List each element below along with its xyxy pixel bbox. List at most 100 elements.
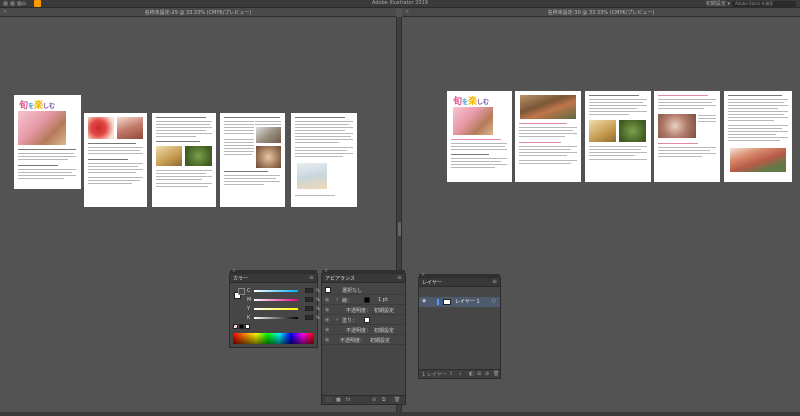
artboard-5[interactable] (291, 113, 357, 207)
appearance-fill-row[interactable]: ◉ › 塗り： (322, 316, 405, 325)
panel-menu-icon[interactable]: ≡ (397, 274, 402, 281)
panel-menu-icon[interactable]: ≡ (309, 274, 314, 281)
channel-m-slider[interactable] (254, 299, 298, 301)
text-line (728, 102, 784, 103)
white-swatch[interactable] (245, 324, 250, 329)
strawberry-photo (88, 117, 114, 139)
text-line (295, 133, 353, 134)
opacity-value[interactable]: 初期設定 (374, 327, 394, 334)
text-line (698, 115, 716, 116)
status-bar (0, 412, 800, 416)
text-line (728, 128, 782, 129)
appearance-selection-row: 選択なし (322, 286, 405, 295)
panel-header: アピアランス ≡ (322, 274, 405, 283)
trash-icon[interactable]: 🗑 (493, 371, 499, 377)
trash-icon[interactable]: 🗑 (394, 397, 400, 403)
appearance-opacity-row[interactable]: ◉ 不透明度： 初期設定 (322, 336, 405, 345)
channel-c-slider[interactable] (254, 290, 298, 292)
artboard-5[interactable] (724, 91, 792, 182)
artboard-3[interactable] (152, 113, 216, 207)
artboard-2[interactable] (84, 113, 147, 207)
eye-icon[interactable]: ◉ (325, 337, 329, 343)
add-effect-icon[interactable]: fx (346, 397, 351, 403)
divider-grip-icon[interactable] (398, 222, 401, 236)
text-line (728, 140, 780, 141)
target-circle-icon[interactable]: ○ (492, 298, 496, 304)
workspace-switcher[interactable]: 初期設定 ▾ (706, 0, 730, 7)
artboard-3[interactable] (585, 91, 651, 182)
stroke-swatch[interactable] (238, 288, 245, 295)
appearance-stroke-row[interactable]: ◉ › 線： 1 pt (322, 296, 405, 305)
text-line (519, 133, 577, 134)
new-sublayer-icon[interactable]: ⊞ (477, 371, 481, 377)
black-swatch[interactable] (239, 324, 244, 329)
text-line (658, 102, 712, 103)
text-line (519, 127, 577, 128)
text-line (451, 158, 507, 159)
cover-photo (453, 107, 493, 135)
layer-row[interactable]: ◉ レイヤー 1 ○ (419, 297, 500, 307)
channel-k-slider[interactable] (254, 317, 298, 319)
add-stroke-icon[interactable]: ▢ (326, 397, 331, 403)
appearance-opacity-row[interactable]: ◉ 不透明度： 初期設定 (322, 306, 405, 315)
tab-appearance[interactable]: アピアランス (325, 275, 355, 282)
text-line (295, 153, 353, 154)
eye-icon[interactable]: ◉ (325, 317, 329, 323)
artboard-1[interactable]: 旬を楽しむ (447, 91, 512, 182)
artboard-2[interactable] (515, 91, 581, 182)
eye-icon[interactable]: ◉ (325, 327, 329, 333)
text-line (156, 133, 212, 134)
text-line (255, 121, 281, 122)
artboard-4[interactable] (654, 91, 720, 182)
clipping-mask-icon[interactable]: ◧ (469, 371, 474, 377)
opacity-value[interactable]: 初期設定 (374, 307, 394, 314)
none-swatch-icon[interactable] (233, 324, 238, 329)
text-line (88, 169, 143, 170)
export-icon[interactable]: ⇪ (449, 371, 453, 377)
clear-appearance-icon[interactable]: ⊘ (372, 397, 376, 403)
appearance-opacity-row[interactable]: ◉ 不透明度： 初期設定 (322, 326, 405, 335)
text-line (728, 134, 776, 135)
text-line (589, 146, 647, 147)
add-fill-icon[interactable]: ■ (336, 397, 341, 403)
duplicate-item-icon[interactable]: ⧉ (382, 397, 386, 403)
expand-chevron-icon[interactable]: › (336, 297, 338, 303)
panel-menu-icon[interactable]: ≡ (492, 278, 497, 285)
locate-object-icon[interactable]: ⌕ (459, 371, 462, 377)
text-line (224, 124, 254, 125)
channel-c-unit: % (316, 288, 320, 293)
layer-name[interactable]: レイヤー 1 (455, 298, 480, 305)
tab-color[interactable]: カラー (233, 275, 248, 282)
logo-char: 楽 (34, 101, 44, 111)
text-line (18, 156, 76, 157)
new-layer-icon[interactable]: ⊕ (485, 371, 489, 377)
document-tab-right[interactable]: × 名称未設定-30 @ 33.33% (CMYK/プレビュー) (402, 8, 800, 17)
text-line (88, 183, 132, 184)
color-spectrum[interactable] (233, 333, 314, 344)
artboard-4[interactable] (220, 113, 285, 207)
tab-layers[interactable]: レイヤー (422, 279, 442, 286)
channel-c-input[interactable] (305, 288, 313, 293)
stroke-color-chip[interactable] (364, 297, 370, 303)
channel-k-input[interactable] (305, 315, 313, 320)
text-line (295, 117, 345, 118)
fill-color-chip[interactable] (364, 317, 370, 323)
eye-icon[interactable]: ◉ (422, 298, 426, 304)
text-line (728, 105, 788, 106)
stock-search-input[interactable]: Adobe Stock を検索 (732, 1, 796, 7)
channel-m-input[interactable] (305, 297, 313, 302)
eye-icon[interactable]: ◉ (325, 307, 329, 313)
text-line (224, 184, 264, 185)
channel-y-input[interactable] (305, 306, 313, 311)
expand-chevron-icon[interactable]: › (336, 317, 338, 323)
eye-icon[interactable]: ◉ (325, 297, 329, 303)
text-line (519, 149, 571, 150)
channel-y-slider[interactable] (254, 308, 298, 310)
artboard-1[interactable]: 旬を楽しむ (14, 95, 81, 189)
opacity-value[interactable]: 初期設定 (370, 337, 390, 344)
document-tab-left[interactable]: × 名称未設定-29 @ 33.33% (CMYK/プレビュー) (0, 8, 396, 17)
channel-k-label: K (247, 315, 251, 321)
stroke-weight-value[interactable]: 1 pt (378, 297, 388, 303)
text-line (224, 139, 254, 140)
document-tab-title: 名称未設定-29 @ 33.33% (CMYK/プレビュー) (144, 10, 252, 16)
